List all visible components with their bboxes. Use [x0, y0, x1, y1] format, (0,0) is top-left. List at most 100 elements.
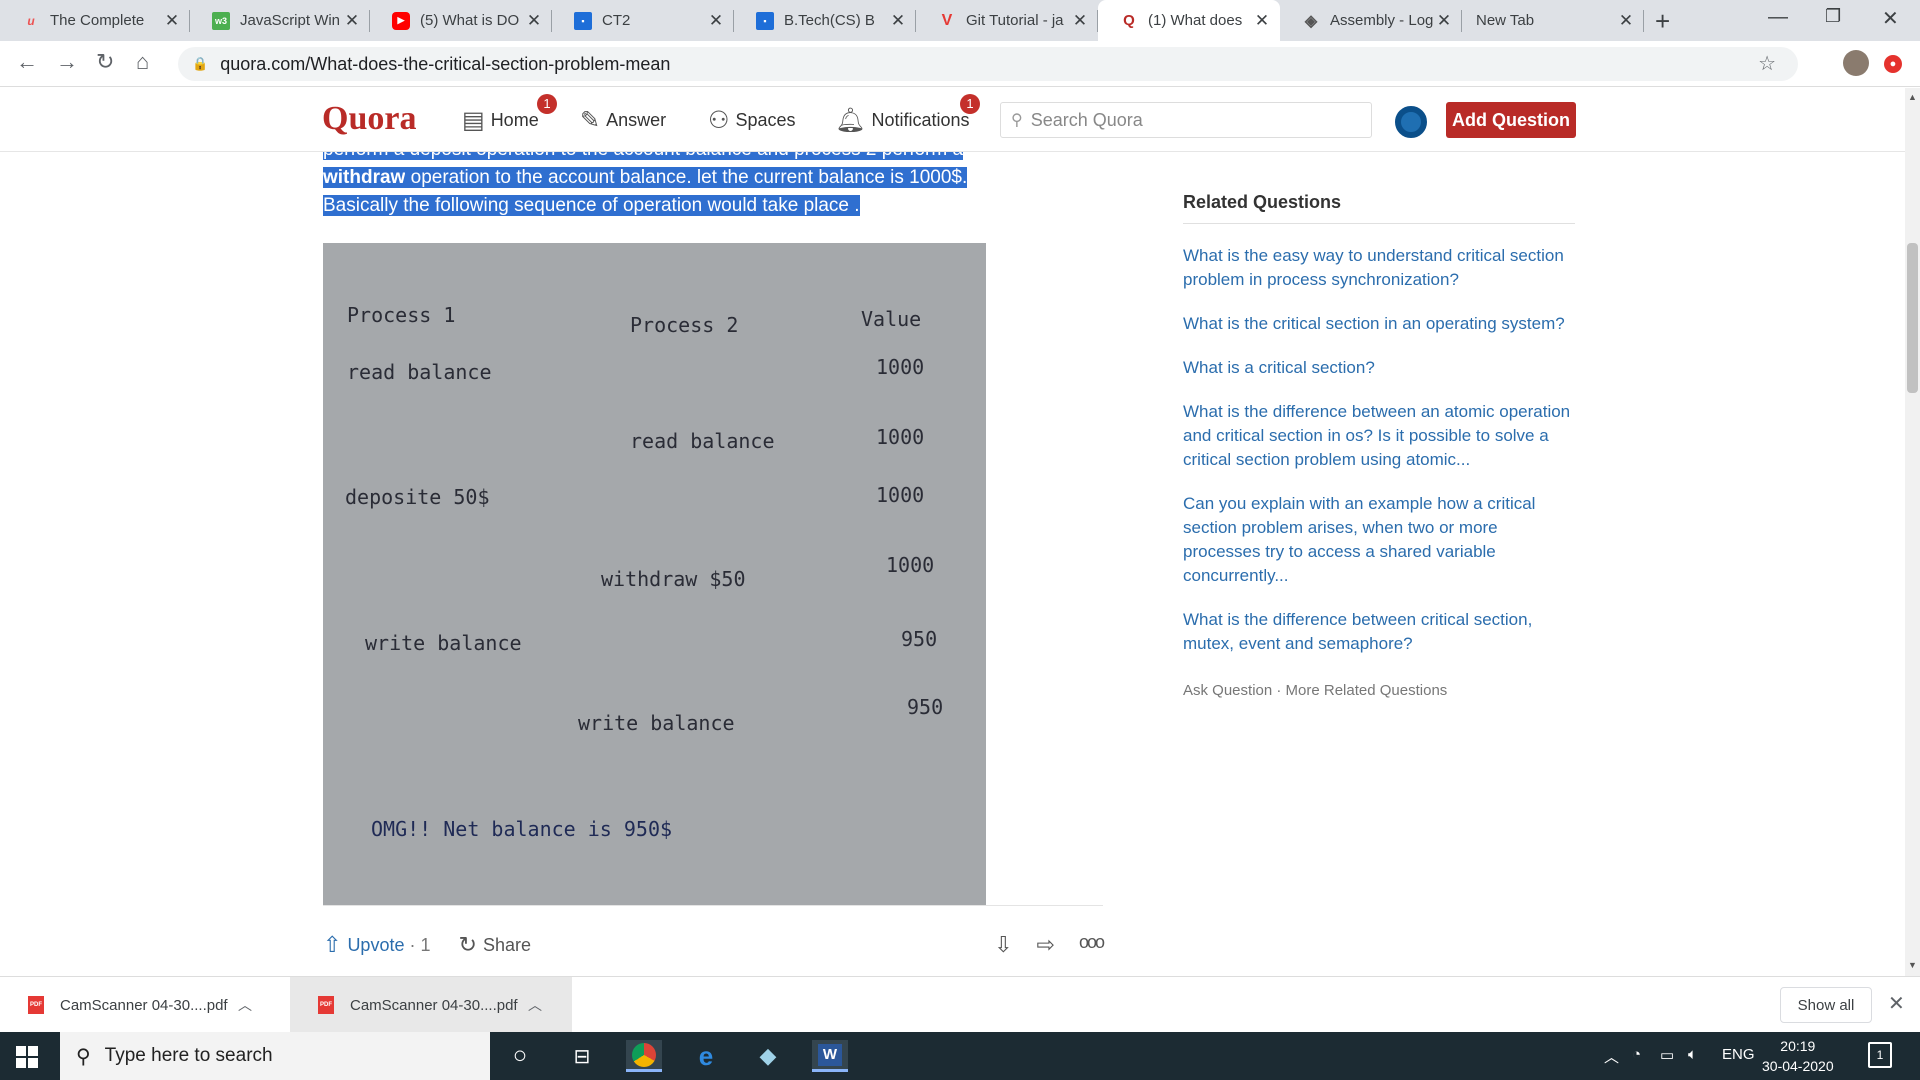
add-question-button[interactable]: Add Question [1446, 102, 1576, 138]
answer-line-1: perform a deposit operation to the accou… [323, 152, 964, 160]
close-icon[interactable]: ✕ [1072, 11, 1088, 31]
search-icon: ⚲ [76, 1045, 91, 1068]
tab-btech[interactable]: ▪ B.Tech(CS) B ✕ [734, 0, 916, 41]
forward-icon[interactable]: → [56, 49, 78, 75]
tray-chevron-icon[interactable]: ︿ [1604, 1046, 1619, 1067]
tab-title: (1) What does [1148, 12, 1243, 29]
search-input[interactable]: ⚲ Search Quora [1000, 102, 1372, 138]
youtube-icon: ▶ [392, 11, 410, 30]
page-scrollbar[interactable]: ▲ ▼ [1905, 88, 1920, 976]
hw-value-1: 1000 [876, 355, 925, 379]
clock-time: 20:19 [1780, 1038, 1816, 1054]
hw-write-balance-1: write balance [365, 631, 522, 655]
tab-new-tab[interactable]: New Tab ✕ [1462, 0, 1644, 41]
task-view-icon[interactable]: ⊟ [564, 1040, 600, 1072]
quora-logo[interactable]: Quora [322, 100, 416, 138]
word-icon[interactable]: W [812, 1040, 848, 1072]
window-close-icon[interactable]: ✕ [1882, 6, 1899, 31]
related-question-link[interactable]: What is the critical section in an opera… [1183, 312, 1575, 336]
hw-deposit: deposite 50$ [345, 485, 490, 509]
cortana-icon[interactable]: ○ [502, 1040, 538, 1072]
classroom-icon: ▪ [574, 11, 592, 30]
address-bar[interactable]: 🔒 quora.com/What-does-the-critical-secti… [178, 47, 1798, 81]
close-icon[interactable]: ✕ [890, 11, 906, 31]
action-center-icon[interactable]: 1 [1868, 1042, 1892, 1068]
hw-write-balance-2: write balance [578, 711, 735, 735]
classroom-icon: ▪ [756, 11, 774, 30]
tab-udemy[interactable]: u The Complete ✕ [0, 0, 190, 41]
tab-ct2[interactable]: ▪ CT2 ✕ [552, 0, 734, 41]
language-indicator[interactable]: ENG [1722, 1046, 1755, 1063]
more-options-icon[interactable]: ooo [1079, 932, 1105, 958]
volume-icon[interactable]: 🔈︎ [1688, 1046, 1697, 1063]
chevron-up-icon[interactable]: ︿ [528, 995, 542, 1015]
chevron-up-icon[interactable]: ︿ [238, 995, 252, 1015]
downvote-icon[interactable]: ⇩ [994, 932, 1012, 958]
chrome-icon[interactable] [626, 1040, 662, 1072]
close-icon[interactable]: ✕ [526, 11, 542, 31]
reload-icon[interactable]: ↻ [96, 49, 114, 75]
scroll-up-icon[interactable]: ▲ [1908, 92, 1917, 102]
battery-icon[interactable]: ▭ [1660, 1046, 1674, 1064]
download-item[interactable]: PDF CamScanner 04-30....pdf ︿ [290, 977, 572, 1033]
handwritten-image[interactable]: Process 1 Process 2 Value read balance 1… [323, 243, 986, 906]
close-icon[interactable]: ✕ [708, 11, 724, 31]
tab-git-tutorial[interactable]: V Git Tutorial - ja ✕ [916, 0, 1098, 41]
network-icon[interactable]: ◔ [1632, 1046, 1641, 1063]
w3schools-icon: w3 [212, 11, 230, 30]
upvote-label: Upvote [347, 934, 405, 955]
close-icon[interactable]: ✕ [1254, 11, 1270, 31]
upvote-button[interactable]: ⇧ Upvote · 1 [323, 932, 431, 958]
restore-icon[interactable]: ❐ [1825, 6, 1841, 27]
share-button[interactable]: ↻ Share [459, 932, 531, 958]
forward-share-icon[interactable]: ⇨ [1037, 932, 1055, 958]
hw-value-5: 950 [901, 627, 938, 651]
share-label: Share [482, 934, 531, 955]
clock-date: 30-04-2020 [1762, 1058, 1834, 1074]
answer-line-2: operation to the account balance. let th… [405, 167, 968, 188]
new-tab-icon[interactable]: + [1655, 6, 1670, 37]
windows-taskbar: ⚲ Type here to search ○ ⊟ e ◆ W ︿ ◔ ▭ 🔈︎… [0, 1032, 1920, 1080]
nav-spaces[interactable]: ⚇ Spaces [708, 106, 796, 135]
close-icon[interactable]: ✕ [1618, 11, 1634, 31]
related-question-link[interactable]: What is the difference between an atomic… [1183, 400, 1575, 472]
app-icon[interactable]: ◆ [750, 1040, 786, 1072]
profile-avatar[interactable] [1843, 50, 1869, 76]
javatpoint-icon: V [941, 11, 953, 29]
tab-assembly[interactable]: ◈ Assembly - Log ✕ [1280, 0, 1462, 41]
pencil-icon: ✎ [580, 107, 601, 134]
tab-quora[interactable]: Q (1) What does ✕ [1098, 0, 1280, 41]
related-question-link[interactable]: What is the difference between critical … [1183, 608, 1575, 656]
edge-icon[interactable]: e [688, 1040, 724, 1072]
related-footer[interactable]: Ask Question · More Related Questions [1183, 682, 1575, 699]
bookmark-star-icon[interactable]: ☆ [1758, 51, 1776, 76]
taskbar-search-input[interactable]: ⚲ Type here to search [60, 1032, 490, 1080]
scrollbar-thumb[interactable] [1907, 243, 1918, 393]
user-avatar[interactable] [1395, 106, 1427, 138]
search-placeholder: Search Quora [1030, 109, 1143, 130]
close-icon[interactable]: ✕ [1436, 11, 1452, 31]
nav-notifications[interactable]: 🔔︎ Notifications 1 [835, 94, 980, 135]
scroll-down-icon[interactable]: ▼ [1908, 960, 1917, 970]
notifications-badge: 1 [960, 94, 980, 114]
tab-w3schools[interactable]: w3 JavaScript Win ✕ [190, 0, 370, 41]
back-icon[interactable]: ← [16, 49, 38, 75]
download-item[interactable]: PDF CamScanner 04-30....pdf ︿ [0, 977, 282, 1033]
show-all-button[interactable]: Show all [1780, 987, 1872, 1023]
tab-youtube[interactable]: ▶ (5) What is DO ✕ [370, 0, 552, 41]
nav-home[interactable]: ▤ Home 1 [462, 94, 557, 135]
minimize-icon[interactable]: — [1768, 6, 1788, 29]
home-icon[interactable]: ⌂ [136, 49, 149, 75]
extension-icon[interactable]: ● [1884, 55, 1902, 73]
close-shelf-icon[interactable]: ✕ [1888, 991, 1905, 1016]
related-question-link[interactable]: Can you explain with an example how a cr… [1183, 492, 1575, 588]
related-question-link[interactable]: What is a critical section? [1183, 356, 1575, 380]
related-question-link[interactable]: What is the easy way to understand criti… [1183, 244, 1575, 292]
hw-process1: Process 1 [347, 303, 456, 327]
close-icon[interactable]: ✕ [164, 11, 180, 31]
taskbar-clock[interactable]: 20:19 30-04-2020 [1762, 1036, 1834, 1076]
close-icon[interactable]: ✕ [344, 11, 360, 31]
bell-icon: 🔔︎ [835, 107, 866, 134]
windows-start-icon[interactable] [16, 1046, 38, 1068]
nav-answer[interactable]: ✎ Answer [580, 106, 666, 135]
